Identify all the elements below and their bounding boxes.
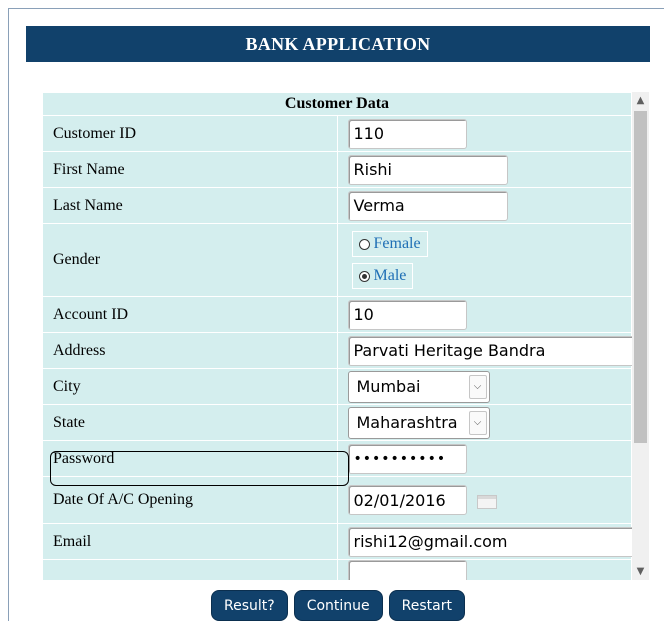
table-row: Date Of A/C Opening 02/01/2016 xyxy=(42,476,632,524)
gender-cell: Female Male xyxy=(336,223,632,297)
table-row-partial xyxy=(42,559,632,580)
chevron-down-icon[interactable]: ⌵ xyxy=(468,374,487,399)
state-selected-value: Maharashtra xyxy=(356,413,458,432)
account-id-input[interactable]: 10 xyxy=(347,299,467,330)
date-opening-input[interactable]: 02/01/2016 xyxy=(347,485,467,515)
chevron-down-icon[interactable]: ⌵ xyxy=(468,410,487,435)
calendar-icon[interactable] xyxy=(476,494,497,509)
address-label: Address xyxy=(42,332,338,369)
table-row: City Mumbai ⌵ xyxy=(42,368,632,405)
customer-id-label: Customer ID xyxy=(42,115,338,152)
state-label: State xyxy=(42,404,338,441)
gender-female-option[interactable]: Female xyxy=(351,231,428,257)
gender-female-label: Female xyxy=(373,235,421,252)
address-cell: Parvati Heritage Bandra xyxy=(336,332,632,369)
email-cell: rishi12@gmail.com xyxy=(336,523,632,560)
city-cell: Mumbai ⌵ xyxy=(336,368,632,405)
scroll-up-icon[interactable]: ▲ xyxy=(632,92,649,109)
email-label: Email xyxy=(42,523,338,560)
radio-male[interactable] xyxy=(358,270,370,282)
gender-label: Gender xyxy=(42,223,338,297)
account-id-label: Account ID xyxy=(42,296,338,333)
gender-male-label: Male xyxy=(373,267,407,284)
city-select[interactable]: Mumbai ⌵ xyxy=(347,370,490,403)
next-field-input[interactable] xyxy=(347,560,467,580)
vertical-scrollbar[interactable]: ▲ ▼ xyxy=(632,92,649,580)
last-name-input[interactable]: Verma xyxy=(347,190,508,221)
page-title: BANK APPLICATION xyxy=(26,26,650,62)
action-buttons: Result? Continue Restart xyxy=(0,590,664,621)
date-opening-label: Date Of A/C Opening xyxy=(42,476,338,524)
table-row: Address Parvati Heritage Bandra xyxy=(42,332,632,369)
city-selected-value: Mumbai xyxy=(356,377,421,396)
next-field-label xyxy=(42,559,338,580)
next-field-cell xyxy=(336,559,632,580)
last-name-cell: Verma xyxy=(336,187,632,224)
continue-button[interactable]: Continue xyxy=(293,590,383,621)
window-border-left xyxy=(8,8,9,621)
table-row: First Name Rishi xyxy=(42,151,632,188)
scroll-down-icon[interactable]: ▼ xyxy=(632,563,649,580)
window-border-top xyxy=(8,8,664,9)
account-id-cell: 10 xyxy=(336,296,632,333)
date-opening-cell: 02/01/2016 xyxy=(336,476,632,524)
scrollbar-thumb[interactable] xyxy=(634,111,647,443)
section-title: Customer Data xyxy=(42,92,632,116)
table-row: Email rishi12@gmail.com xyxy=(42,523,632,560)
first-name-cell: Rishi xyxy=(336,151,632,188)
first-name-label: First Name xyxy=(42,151,338,188)
password-label: Password xyxy=(42,440,338,477)
first-name-input[interactable]: Rishi xyxy=(347,154,508,185)
result-button[interactable]: Result? xyxy=(211,590,288,621)
password-input[interactable]: •••••••••• xyxy=(347,443,467,474)
table-row: Gender Female Male xyxy=(42,223,632,297)
customer-id-input[interactable]: 110 xyxy=(347,118,467,149)
table-row: Account ID 10 xyxy=(42,296,632,333)
password-cell: •••••••••• xyxy=(336,440,632,477)
table-row: Customer ID 110 xyxy=(42,115,632,152)
section-header-row: Customer Data xyxy=(42,92,632,116)
city-label: City xyxy=(42,368,338,405)
customer-id-cell: 110 xyxy=(336,115,632,152)
customer-form-table: Customer Data Customer ID 110 First Name… xyxy=(42,92,632,580)
email-input[interactable]: rishi12@gmail.com xyxy=(347,526,632,557)
restart-button[interactable]: Restart xyxy=(388,590,465,621)
table-row: State Maharashtra ⌵ xyxy=(42,404,632,441)
gender-male-option[interactable]: Male xyxy=(351,263,414,289)
table-row: Password •••••••••• xyxy=(42,440,632,477)
radio-female[interactable] xyxy=(358,238,370,250)
last-name-label: Last Name xyxy=(42,187,338,224)
state-select[interactable]: Maharashtra ⌵ xyxy=(347,406,490,439)
table-row: Last Name Verma xyxy=(42,187,632,224)
form-scroll-area[interactable]: Customer Data Customer ID 110 First Name… xyxy=(42,92,632,580)
address-input[interactable]: Parvati Heritage Bandra xyxy=(347,335,632,366)
state-cell: Maharashtra ⌵ xyxy=(336,404,632,441)
